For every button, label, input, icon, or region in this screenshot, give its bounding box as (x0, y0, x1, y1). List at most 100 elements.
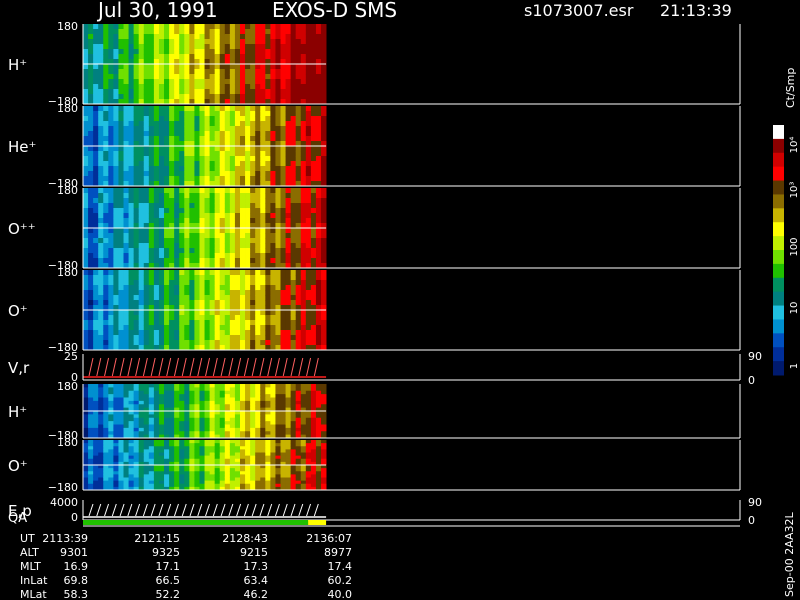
spectrogram-cell (239, 400, 246, 405)
spectrogram-cell (93, 446, 99, 450)
spectrogram-cell (260, 84, 266, 90)
spectrogram-cell (184, 74, 190, 80)
spectrogram-cell (103, 387, 109, 392)
spectrogram-cell (305, 64, 312, 70)
colorbar-swatch (773, 361, 784, 376)
spectrogram-cell (239, 29, 246, 35)
spectrogram-cell (179, 64, 185, 70)
spectrogram-cell (143, 44, 150, 50)
spectrogram-cell (280, 131, 286, 137)
spectrogram-cell (219, 468, 226, 472)
spectrogram-cell (204, 335, 211, 341)
spectrogram-cell (209, 253, 216, 259)
spectrogram-cell (214, 474, 221, 478)
spectrogram-cell (250, 193, 256, 199)
spectrogram-cell (255, 390, 261, 395)
spectrogram-cell (234, 400, 241, 405)
spectrogram-cell (113, 228, 119, 234)
spectrogram-cell (315, 468, 322, 472)
spectrogram-cell (270, 397, 276, 402)
spectrogram-cell (164, 258, 170, 264)
spectrogram-cell (179, 325, 185, 331)
spectrogram-cell (214, 208, 221, 214)
spectrogram-cell (204, 320, 211, 326)
spectrogram-cell (138, 387, 145, 392)
spectrogram-cell (199, 340, 205, 346)
spectrogram-cell (250, 74, 256, 80)
spectrogram-cell (209, 285, 216, 291)
spectrogram-cell (305, 131, 312, 137)
spectrogram-cell (305, 49, 312, 55)
spectrogram-cell (93, 29, 99, 35)
spectrogram-cell (128, 424, 135, 429)
spectrogram-cell (250, 421, 256, 425)
spectrogram-cell (214, 335, 221, 341)
spectrogram-cell (214, 310, 221, 316)
spectrogram-cell (321, 270, 327, 276)
spectrogram-cell (219, 384, 226, 388)
spectrogram-cell (285, 228, 292, 234)
spectrogram-cell (138, 54, 145, 60)
spectrogram-cell (295, 275, 302, 281)
spectrogram-cell (255, 89, 261, 95)
spectrogram-cell (148, 480, 155, 485)
spectrogram-cell (321, 74, 327, 80)
spectrogram-cell (300, 64, 307, 70)
spectrogram-cell (179, 300, 185, 306)
spectrogram-cell (118, 465, 124, 469)
spectrogram-cell (300, 248, 307, 254)
spectrogram-cell (270, 228, 276, 234)
spectrogram-cell (255, 238, 261, 244)
spectrogram-cell (245, 440, 251, 444)
spectrogram-cell (275, 300, 281, 306)
spectrogram-cell (103, 79, 109, 85)
spectrogram-cell (229, 136, 236, 142)
spectrogram-cell (153, 300, 160, 306)
spectrogram-cell (260, 29, 266, 35)
spectrogram-cell (315, 455, 322, 460)
spectrogram-cell (295, 218, 302, 224)
spectrogram-cell (209, 136, 216, 142)
spectrogram-cell (93, 483, 99, 488)
spectrogram-cell (300, 440, 307, 444)
spectrogram-cell (113, 477, 119, 482)
spectrogram-cell (128, 111, 135, 117)
spectrogram-cell (250, 325, 256, 331)
spectrogram-cell (83, 253, 89, 259)
spectrogram-cell (290, 79, 297, 85)
spectrogram-cell (219, 320, 226, 326)
spectrogram-cell (260, 320, 266, 326)
spectrogram-cell (245, 198, 251, 204)
spectrogram-cell (209, 171, 216, 177)
spectrogram-cell (184, 285, 190, 291)
spectrogram-cell (260, 248, 266, 254)
spectrogram-cell (260, 431, 266, 436)
spectrogram-cell (321, 79, 327, 85)
spectrogram-cell (103, 218, 109, 224)
spectrogram-cell (143, 424, 150, 429)
spectrogram-cell (209, 275, 216, 281)
spectrogram-cell (199, 233, 205, 239)
spectrogram-cell (108, 427, 114, 432)
spectrogram-cell (260, 335, 266, 341)
spectrogram-cell (214, 79, 221, 85)
spectrogram-cell (315, 440, 322, 444)
spectrogram-cell (315, 400, 322, 405)
spectrogram-cell (209, 300, 216, 306)
spectrogram-cell (250, 151, 256, 157)
spectrogram-cell (321, 340, 327, 346)
spectrogram-cell (174, 166, 180, 172)
spectrogram-cell (260, 411, 266, 415)
spectrogram-cell (245, 213, 251, 219)
spectrogram-cell (148, 325, 155, 331)
spectrogram-cell (164, 270, 170, 276)
spectrogram-cell (300, 465, 307, 469)
spectrogram-cell (315, 29, 322, 35)
spectrogram-cell (321, 84, 327, 90)
spectrogram-cell (199, 94, 205, 100)
spectrogram-cell (179, 258, 185, 264)
spectrogram-cell (179, 427, 185, 432)
spectrogram-cell (138, 116, 145, 122)
spectrogram-cell (300, 253, 307, 259)
spectrogram-cell (98, 106, 104, 112)
